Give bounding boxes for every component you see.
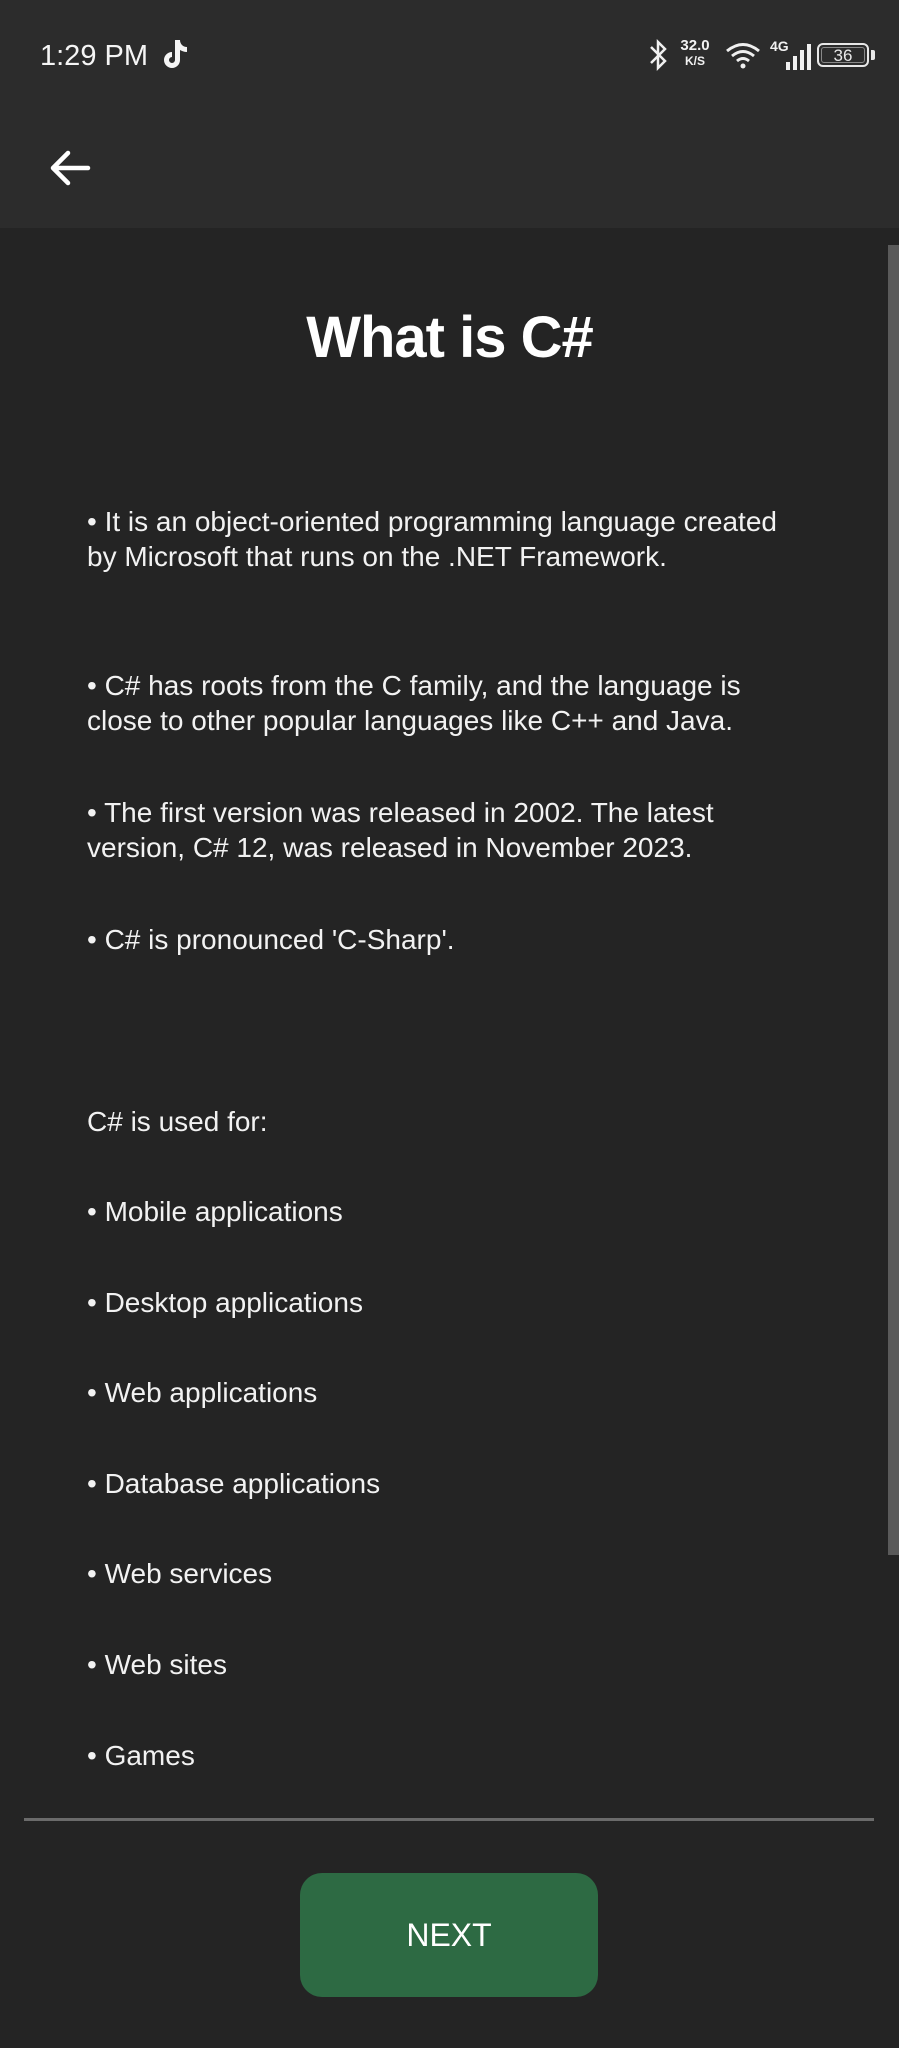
battery-level: 36 (821, 47, 865, 64)
divider (24, 1818, 874, 1821)
list-item: • Games (87, 1740, 195, 1771)
status-bar: 1:29 PM 32.0 K/S 4G 36 (0, 0, 899, 110)
list-item: • Web services (87, 1558, 273, 1589)
status-time: 1:29 PM (40, 40, 148, 72)
app-bar (0, 110, 899, 228)
paragraph-versions: • The first version was released in 2002… (87, 797, 714, 863)
list-item: • Database applications (87, 1468, 381, 1499)
paragraph-oop: • It is an object-oriented programming l… (87, 506, 777, 572)
back-button[interactable] (40, 138, 100, 198)
paragraph-pronunciation: • C# is pronounced 'C-Sharp'. (87, 924, 455, 955)
next-button[interactable]: NEXT (300, 1873, 598, 1997)
network-speed: 32.0 K/S (675, 38, 715, 67)
bluetooth-icon (650, 38, 667, 72)
tiktok-icon (164, 40, 187, 68)
page-title: What is C# (306, 305, 594, 370)
content-scroll-area[interactable]: What is C# • It is an object-oriented pr… (0, 228, 899, 1821)
network-speed-unit: K/S (684, 54, 705, 68)
list-item: • Web applications (87, 1377, 318, 1408)
wifi-icon (726, 43, 760, 69)
used-for-heading: C# is used for: (87, 1106, 268, 1137)
cellular-signal-icon: 4G (770, 38, 812, 72)
list-item: • Desktop applications (87, 1287, 363, 1318)
battery-icon: 36 (817, 43, 869, 67)
battery-tip (871, 50, 875, 60)
arrow-left-icon (50, 150, 91, 186)
list-item: • Mobile applications (87, 1196, 343, 1227)
list-item: • Web sites (87, 1649, 227, 1680)
network-speed-value: 32.0 (680, 37, 710, 54)
paragraph-roots: • C# has roots from the C family, and th… (87, 670, 741, 736)
scrollbar[interactable] (888, 245, 899, 1555)
